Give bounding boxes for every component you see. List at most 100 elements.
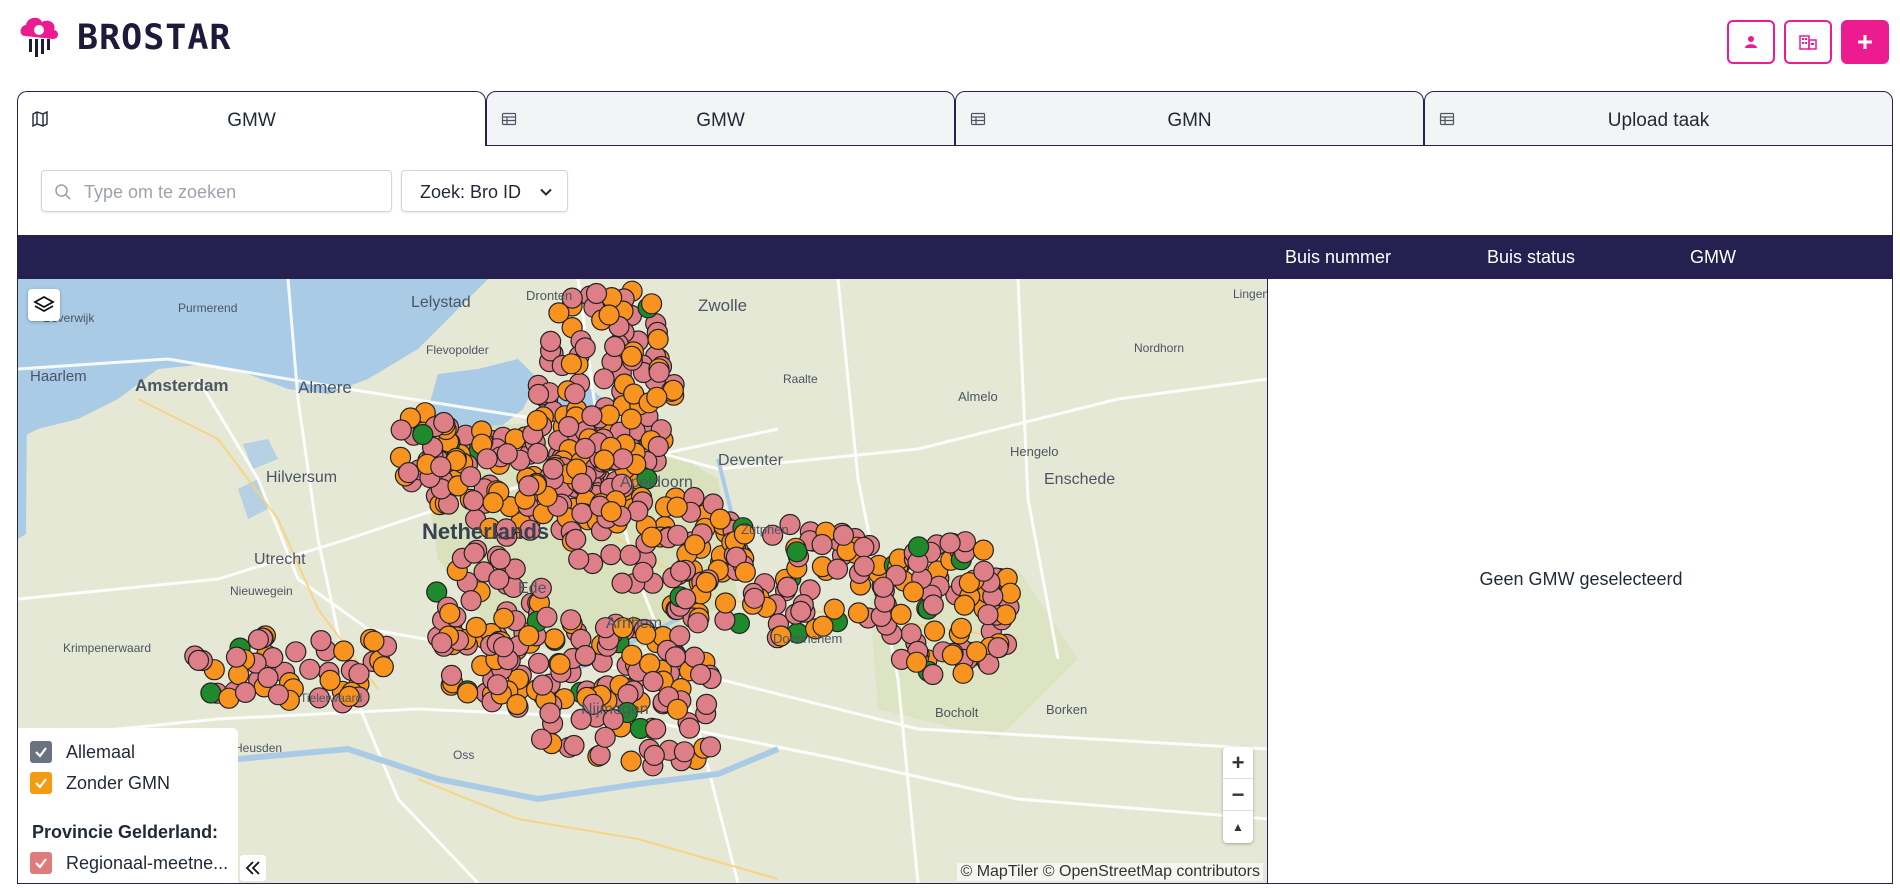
gmw-marker[interactable] <box>941 644 964 666</box>
gmw-marker[interactable] <box>531 674 554 696</box>
gmw-marker[interactable] <box>598 304 620 326</box>
gmw-marker[interactable] <box>612 448 634 470</box>
gmw-marker[interactable] <box>790 600 812 622</box>
gmw-marker[interactable] <box>645 718 667 740</box>
map-view[interactable]: Lelystad Dronten Zwolle Beverwijk Purmer… <box>18 279 1268 883</box>
gmw-marker[interactable] <box>600 501 622 523</box>
gmw-marker[interactable] <box>714 592 737 614</box>
gmw-marker[interactable] <box>621 644 643 666</box>
gmw-marker[interactable] <box>549 653 571 675</box>
gmw-marker[interactable] <box>973 560 995 582</box>
gmw-marker[interactable] <box>639 653 661 675</box>
gmw-marker[interactable] <box>673 741 696 763</box>
zoom-out-button[interactable]: − <box>1223 779 1253 811</box>
gmw-marker[interactable] <box>847 602 870 624</box>
gmw-marker[interactable] <box>548 302 570 324</box>
column-header-gmw[interactable]: GMW <box>1690 247 1736 268</box>
gmw-marker[interactable] <box>643 744 665 766</box>
gmw-marker[interactable] <box>890 603 912 625</box>
gmw-marker[interactable] <box>611 572 633 594</box>
gmw-marker[interactable] <box>571 472 593 495</box>
gmw-marker[interactable] <box>585 282 608 305</box>
gmw-marker[interactable] <box>412 423 434 446</box>
gmw-marker[interactable] <box>460 466 482 488</box>
gmw-marker[interactable] <box>489 548 511 570</box>
gmw-marker[interactable] <box>319 669 341 691</box>
gmw-marker[interactable] <box>431 632 453 654</box>
search-box[interactable] <box>41 170 392 212</box>
gmw-marker[interactable] <box>560 609 582 631</box>
gmw-marker[interactable] <box>200 682 222 704</box>
gmw-marker[interactable] <box>922 663 944 686</box>
gmw-marker[interactable] <box>853 555 875 577</box>
gmw-marker[interactable] <box>642 670 664 693</box>
gmw-marker[interactable] <box>568 548 590 570</box>
gmw-marker[interactable] <box>518 475 540 497</box>
gmw-marker[interactable] <box>440 664 463 686</box>
gmw-marker[interactable] <box>999 582 1021 604</box>
compass-button[interactable]: ▲ <box>1223 811 1253 843</box>
gmw-marker[interactable] <box>285 641 307 663</box>
gmw-marker[interactable] <box>536 606 558 628</box>
gmw-marker[interactable] <box>496 443 518 465</box>
gmw-marker[interactable] <box>620 408 642 430</box>
gmw-marker[interactable] <box>640 293 663 315</box>
map-attribution[interactable]: © MapTiler © OpenStreetMap contributors <box>957 863 1263 881</box>
gmw-marker[interactable] <box>684 534 706 556</box>
gmw-marker[interactable] <box>460 590 482 612</box>
gmw-marker[interactable] <box>565 528 587 550</box>
user-button[interactable] <box>1727 20 1775 64</box>
tab-upload-taak[interactable]: Upload taak <box>1424 91 1893 146</box>
gmw-marker[interactable] <box>527 442 549 464</box>
gmw-marker[interactable] <box>457 682 479 704</box>
gmw-marker[interactable] <box>486 674 509 696</box>
gmw-marker[interactable] <box>228 663 250 686</box>
legend-item-regionaal[interactable]: Regionaal-meetne... <box>30 851 228 875</box>
gmw-marker[interactable] <box>674 588 697 610</box>
gmw-marker[interactable] <box>187 649 210 671</box>
gmw-marker[interactable] <box>299 658 321 680</box>
gmw-marker[interactable] <box>574 644 597 667</box>
gmw-marker[interactable] <box>526 409 548 432</box>
gmw-marker[interactable] <box>647 328 669 351</box>
gmw-marker[interactable] <box>669 560 692 582</box>
gmw-marker[interactable] <box>689 663 712 685</box>
gmw-marker[interactable] <box>539 702 561 724</box>
gmw-marker[interactable] <box>493 607 515 629</box>
gmw-marker[interactable] <box>900 623 922 645</box>
gmw-marker[interactable] <box>593 368 615 390</box>
gmw-marker[interactable] <box>734 561 756 583</box>
organisation-button[interactable] <box>1784 20 1832 64</box>
gmw-marker[interactable] <box>581 405 603 427</box>
gmw-marker[interactable] <box>539 330 562 353</box>
column-header-buis-nummer[interactable]: Buis nummer <box>1285 247 1391 268</box>
gmw-marker[interactable] <box>225 646 248 668</box>
gmw-marker[interactable] <box>641 526 663 548</box>
gmw-marker[interactable] <box>574 437 596 459</box>
checkbox-checked-icon[interactable] <box>30 852 52 874</box>
gmw-marker[interactable] <box>463 542 485 564</box>
gmw-marker[interactable] <box>333 640 355 662</box>
gmw-marker[interactable] <box>267 684 289 706</box>
gmw-marker[interactable] <box>826 558 849 580</box>
gmw-marker[interactable] <box>476 448 498 470</box>
gmw-marker[interactable] <box>972 539 995 561</box>
tab-gmw-table[interactable]: GMW <box>486 91 955 146</box>
gmw-marker[interactable] <box>872 576 894 598</box>
gmw-marker[interactable] <box>987 637 1009 659</box>
gmw-marker[interactable] <box>600 544 622 566</box>
gmw-marker[interactable] <box>823 598 845 620</box>
gmw-marker[interactable] <box>832 524 855 546</box>
gmw-marker[interactable] <box>907 536 930 558</box>
gmw-marker[interactable] <box>594 726 616 748</box>
add-button[interactable] <box>1841 20 1889 64</box>
gmw-marker[interactable] <box>310 630 332 652</box>
gmw-marker[interactable] <box>247 629 269 651</box>
gmw-marker[interactable] <box>977 604 999 626</box>
gmw-marker[interactable] <box>234 681 257 703</box>
gmw-marker[interactable] <box>786 541 808 563</box>
gmw-marker[interactable] <box>678 717 701 739</box>
gmw-marker[interactable] <box>699 736 722 758</box>
gmw-marker[interactable] <box>518 625 540 647</box>
gmw-marker[interactable] <box>557 416 580 438</box>
